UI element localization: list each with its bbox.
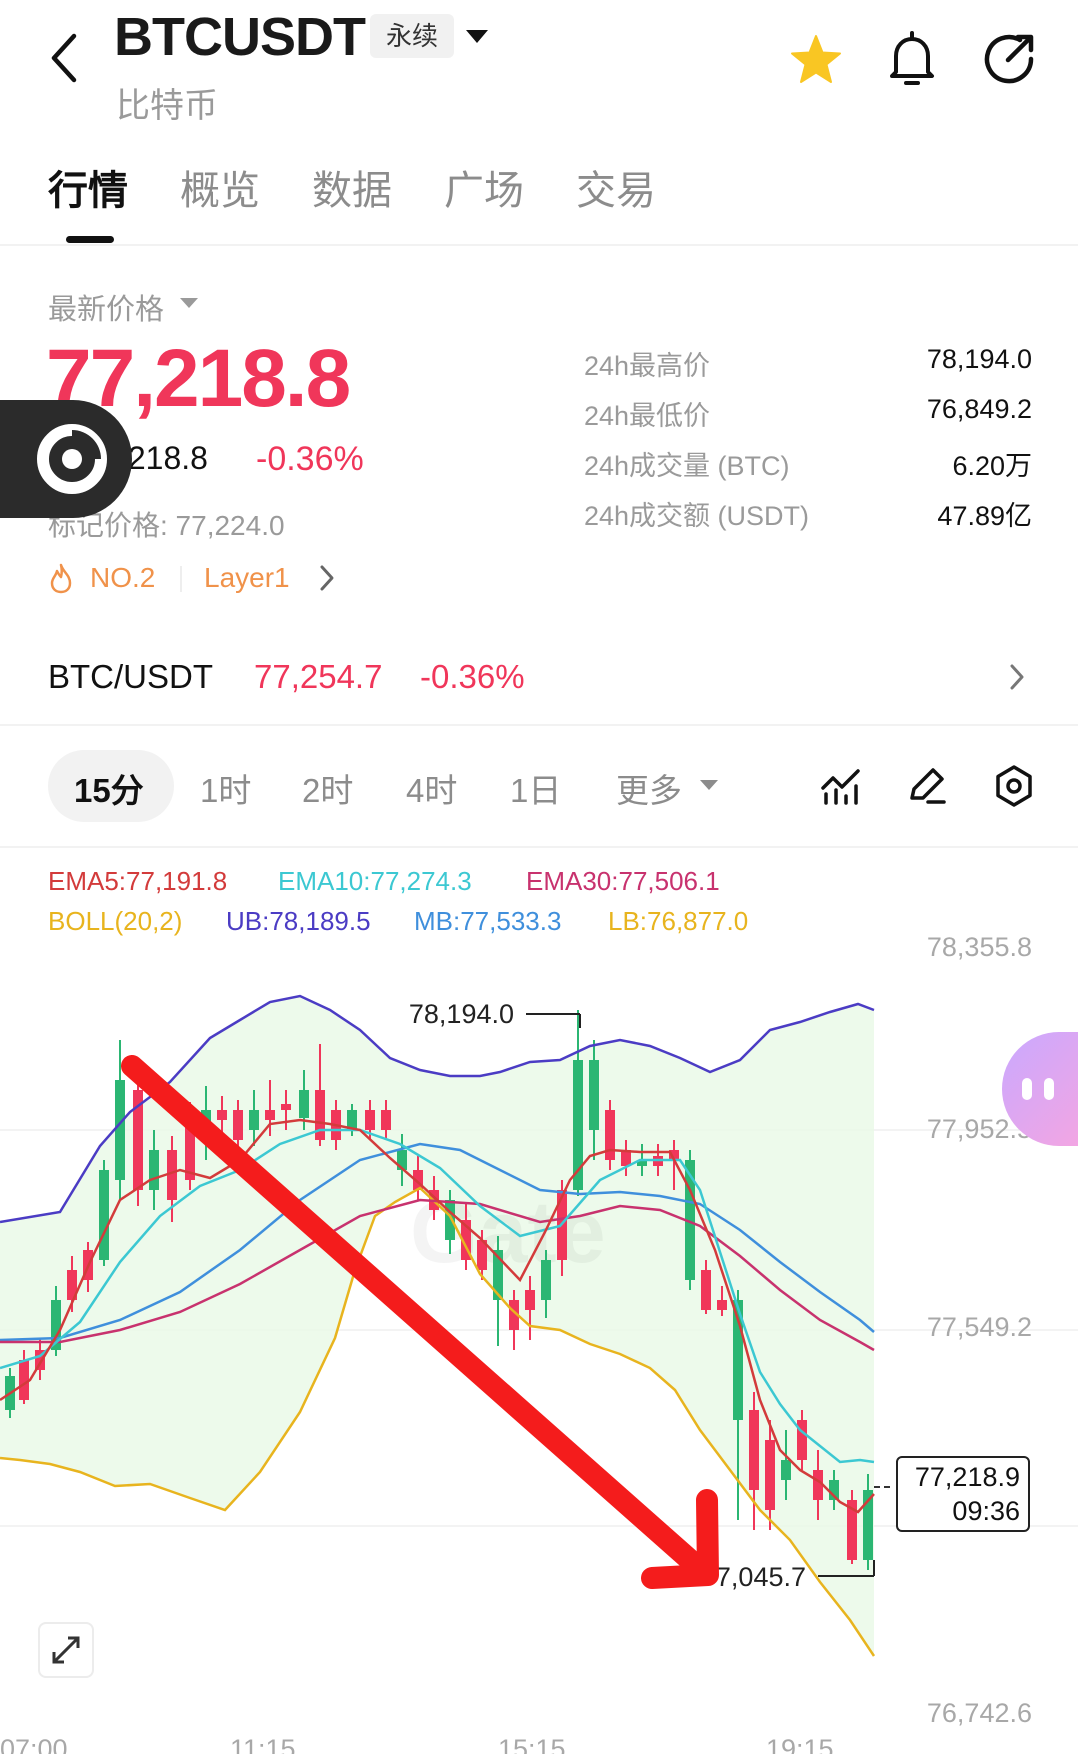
spot-change: -0.36%: [420, 658, 525, 695]
stat-value-high: 78,194.0: [926, 344, 1032, 374]
symbol-dropdown-icon[interactable]: [464, 28, 490, 46]
favorite-star-icon[interactable]: [788, 32, 844, 88]
stat-value-volume: 6.20万: [952, 451, 1032, 481]
more-dropdown-icon[interactable]: [698, 778, 720, 792]
bell-icon[interactable]: [884, 30, 940, 88]
symbol-title[interactable]: BTCUSDT: [114, 6, 366, 68]
stat-label-turnover: 24h成交额 (USDT): [584, 501, 810, 531]
candle-body: [781, 1460, 791, 1480]
candle-body: [265, 1110, 275, 1120]
settings-hexagon-icon[interactable]: [992, 764, 1036, 808]
candle-body: [99, 1170, 109, 1260]
candle-body: [589, 1060, 599, 1130]
x-tick-1: 07:00: [0, 1734, 68, 1754]
expand-icon: [52, 1636, 80, 1664]
interval-more-button[interactable]: 更多: [616, 764, 682, 812]
spot-pair[interactable]: BTC/USDT: [48, 658, 213, 696]
interval-1h-button[interactable]: 1时: [200, 764, 251, 812]
fullscreen-button[interactable]: [38, 1622, 94, 1678]
spot-divider: [0, 724, 1078, 726]
tab-market[interactable]: 行情: [48, 158, 128, 216]
candle-body: [149, 1150, 159, 1190]
y-tick-1: 78,355.8: [926, 932, 1032, 962]
tag-divider: [180, 566, 182, 592]
candle-body: [217, 1110, 227, 1120]
current-price-tag: 77,218.9 09:36: [896, 1456, 1030, 1532]
candle-body: [19, 1360, 29, 1400]
candle: [99, 1160, 109, 1266]
candle-body: [249, 1110, 259, 1130]
interval-2h-button[interactable]: 2时: [302, 764, 353, 812]
candle-body: [717, 1300, 727, 1310]
candle-body: [281, 1104, 291, 1110]
candle-body: [701, 1270, 711, 1310]
tab-data[interactable]: 数据: [312, 158, 392, 216]
candle-body: [749, 1410, 759, 1490]
chevron-right-icon[interactable]: [318, 564, 336, 592]
stat-label-low: 24h最低价: [584, 401, 711, 431]
x-tick-4: 19:15: [766, 1734, 834, 1754]
price-type-label[interactable]: 最新价格: [48, 286, 164, 328]
indicator-icon[interactable]: [820, 766, 862, 806]
spot-chevron-icon[interactable]: [1008, 662, 1026, 692]
rank-badge[interactable]: NO.2: [90, 562, 155, 594]
assistant-eye-right: [1044, 1078, 1054, 1100]
spot-price: 77,254.7: [254, 658, 383, 695]
toolbar-divider: [0, 846, 1078, 848]
candle-countdown: 09:36: [952, 1496, 1020, 1526]
kline-chart[interactable]: Gate 78,194.0 77,045.7: [0, 850, 1078, 1754]
tabs-divider: [0, 244, 1078, 246]
share-icon[interactable]: [980, 30, 1038, 88]
candle-body: [765, 1440, 775, 1510]
stat-value-low: 76,849.2: [926, 394, 1032, 424]
interval-15m-label: 15分: [74, 772, 144, 809]
high-marker: 78,194.0: [409, 999, 581, 1029]
candle-body: [525, 1290, 535, 1310]
candle: [847, 1490, 857, 1564]
candle-body: [299, 1090, 309, 1118]
candle: [749, 1392, 759, 1530]
screen-recorder-overlay[interactable]: [0, 400, 132, 518]
y-tick-5: 76,742.6: [926, 1698, 1032, 1728]
candle-body: [541, 1260, 551, 1300]
candle: [605, 1100, 615, 1170]
stat-value-turnover: 47.89亿: [937, 501, 1032, 531]
high-price-label: 78,194.0: [409, 999, 514, 1029]
candle-body: [605, 1110, 615, 1160]
candle-body: [445, 1200, 455, 1240]
back-icon[interactable]: [44, 30, 84, 86]
draw-pencil-icon[interactable]: [906, 764, 948, 806]
assistant-eye-left: [1022, 1078, 1032, 1100]
tab-overview[interactable]: 概览: [180, 158, 260, 216]
price-change: -0.36%: [256, 440, 364, 478]
symbol-subtitle: 比特币: [116, 87, 218, 125]
stat-label-volume: 24h成交量 (BTC): [584, 451, 790, 481]
candle-body: [233, 1110, 243, 1140]
contract-type-badge: 永续: [370, 14, 454, 58]
tab-trade[interactable]: 交易: [576, 158, 656, 216]
stat-label-high: 24h最高价: [584, 351, 711, 381]
flame-icon: [48, 562, 74, 594]
current-price-value: 77,218.9: [914, 1462, 1020, 1492]
active-tab-indicator: [66, 236, 114, 243]
interval-1d-button[interactable]: 1日: [510, 764, 561, 812]
candle-body: [381, 1110, 391, 1130]
x-tick-3: 15:15: [498, 1734, 566, 1754]
candle-body: [115, 1080, 125, 1180]
category-tag[interactable]: Layer1: [204, 562, 290, 594]
x-tick-2: 11:15: [230, 1734, 296, 1754]
interval-4h-button[interactable]: 4时: [406, 764, 457, 812]
tab-square[interactable]: 广场: [444, 158, 524, 216]
recorder-icon: [37, 424, 107, 494]
candle-body: [365, 1110, 375, 1130]
price-type-dropdown-icon[interactable]: [178, 296, 200, 310]
y-tick-3: 77,549.2: [926, 1312, 1032, 1342]
